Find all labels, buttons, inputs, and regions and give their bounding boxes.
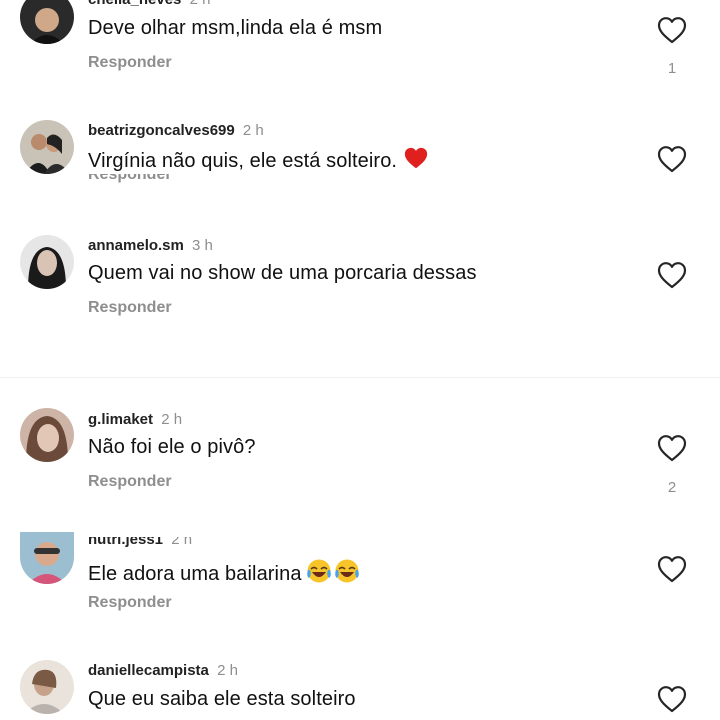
comment-username[interactable]: annamelo.sm bbox=[88, 237, 184, 254]
heart-outline-icon[interactable] bbox=[657, 434, 687, 462]
comment-username[interactable]: daniellecampista bbox=[88, 662, 209, 679]
comment-meta: daniellecampista 2 h bbox=[88, 662, 238, 679]
comment-username[interactable]: nutri.jess1 bbox=[88, 537, 163, 548]
avatar[interactable] bbox=[20, 408, 74, 462]
comment-timestamp: 2 h bbox=[171, 537, 193, 548]
comment-text: Que eu saiba ele esta solteiro bbox=[88, 688, 356, 710]
reply-button[interactable]: Responder bbox=[88, 54, 172, 72]
section-divider bbox=[0, 377, 720, 378]
reply-button[interactable]: Responder bbox=[88, 473, 172, 491]
avatar[interactable] bbox=[20, 660, 74, 714]
like-count: 2 bbox=[667, 479, 677, 496]
laughing-emoji-icon bbox=[306, 558, 360, 590]
comment-text: Quem vai no show de uma porcaria dessas bbox=[88, 262, 477, 284]
comment-meta: annamelo.sm 3 h bbox=[88, 237, 213, 254]
like-count: 1 bbox=[667, 60, 677, 77]
comment-username[interactable]: beatrizgoncalves699 bbox=[88, 122, 235, 139]
heart-outline-icon[interactable] bbox=[657, 555, 687, 583]
heart-outline-icon[interactable] bbox=[657, 685, 687, 713]
comment-username[interactable]: g.limaket bbox=[88, 411, 153, 428]
comment-text: Deve olhar msm,linda ela é msm bbox=[88, 17, 383, 39]
comment-text: Não foi ele o pivô? bbox=[88, 436, 256, 458]
comment-text-content: Virgínia não quis, ele está solteiro. bbox=[88, 150, 398, 172]
heart-outline-icon[interactable] bbox=[657, 261, 687, 289]
comment-timestamp: 3 h bbox=[192, 237, 213, 254]
reply-label: Responder bbox=[88, 174, 172, 183]
comment-text-content: Ele adora uma bailarina bbox=[88, 563, 302, 585]
comment-username[interactable]: chella_neves bbox=[88, 0, 181, 8]
red-heart-emoji-icon bbox=[403, 146, 429, 176]
comment-meta: nutri.jess1 2 h bbox=[88, 537, 192, 549]
reply-button-clipped[interactable]: Responder bbox=[88, 174, 172, 186]
avatar[interactable] bbox=[20, 120, 74, 174]
comment-timestamp: 2 h bbox=[242, 122, 264, 139]
avatar[interactable] bbox=[20, 532, 74, 584]
reply-button[interactable]: Responder bbox=[88, 299, 172, 317]
comment-timestamp: 2 h bbox=[161, 411, 183, 428]
comment-meta: chella_neves 2 h bbox=[88, 0, 210, 8]
avatar[interactable] bbox=[20, 235, 74, 289]
comment-meta: g.limaket 2 h bbox=[88, 411, 182, 428]
comment-timestamp: 2 h bbox=[190, 0, 211, 8]
comment-text: Virgínia não quis, ele está solteiro. bbox=[88, 146, 429, 176]
avatar[interactable] bbox=[20, 0, 74, 44]
heart-outline-icon[interactable] bbox=[657, 145, 687, 173]
comment-meta: beatrizgoncalves699 2 h bbox=[88, 122, 264, 139]
heart-outline-icon[interactable] bbox=[657, 16, 687, 44]
comment-timestamp: 2 h bbox=[217, 662, 238, 679]
reply-button[interactable]: Responder bbox=[88, 594, 172, 612]
comment-text: Ele adora uma bailarina bbox=[88, 558, 360, 590]
